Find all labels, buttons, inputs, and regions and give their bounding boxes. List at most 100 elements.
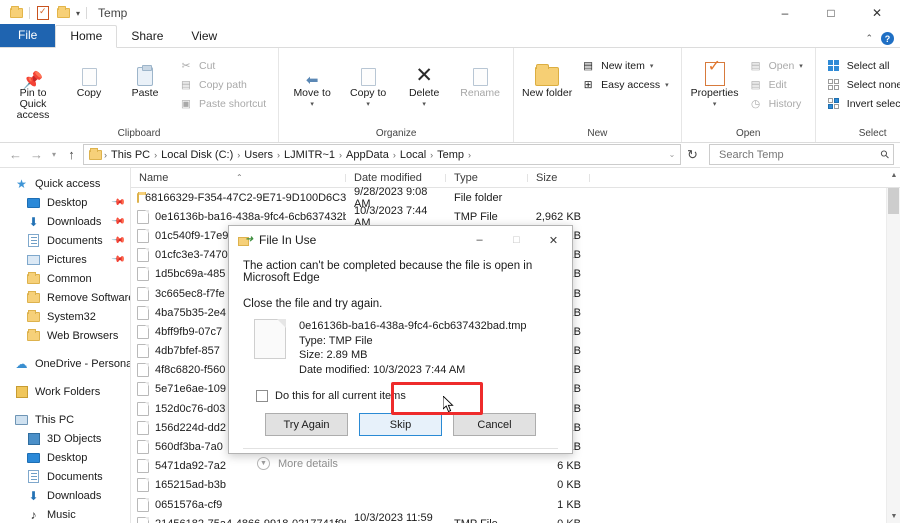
size-cell: 1 KB <box>557 498 581 511</box>
invert-selection-button[interactable]: Invert selection <box>824 95 900 112</box>
collapse-ribbon-icon[interactable]: ⌃ <box>865 33 873 44</box>
delete-button[interactable]: ✕ Delete ▾ <box>397 54 451 112</box>
breadcrumb-sep-7[interactable]: › <box>467 150 472 160</box>
table-row[interactable]: 0651576a-cf9 1 KB <box>131 495 886 514</box>
tab-file[interactable]: File <box>0 24 56 47</box>
delete-chevron-icon[interactable]: ▾ <box>422 99 426 110</box>
more-details-toggle[interactable]: ▼ More details <box>243 449 558 470</box>
pin-to-quick-access-button[interactable]: 📌 Pin to Quick access <box>6 54 60 123</box>
do-this-for-all-checkbox[interactable] <box>256 390 268 402</box>
paste-button[interactable]: Paste <box>118 54 172 101</box>
qat-customize-chevron-icon[interactable]: ▾ <box>73 9 83 18</box>
column-header-type[interactable]: Type <box>446 172 528 184</box>
easy-access-button[interactable]: ⊞ Easy access ▾ <box>578 76 672 93</box>
copy-path-button[interactable]: ▤ Copy path <box>176 76 270 93</box>
sidebar-item-pc-downloads[interactable]: ⬇ Downloads <box>0 486 130 505</box>
edit-button[interactable]: ▤ Edit <box>746 76 807 93</box>
open-chevron-icon[interactable]: ▾ <box>799 62 803 70</box>
open-button[interactable]: ▤ Open ▾ <box>746 57 807 74</box>
sidebar-item-web-browsers[interactable]: Web Browsers <box>0 326 130 345</box>
documents-icon <box>26 233 41 248</box>
column-header-date[interactable]: Date modified <box>346 172 446 184</box>
sidebar-item-desktop[interactable]: Desktop 📌 <box>0 193 130 212</box>
select-all-label: Select all <box>846 59 890 72</box>
tab-share[interactable]: Share <box>117 26 177 47</box>
properties-button[interactable]: Properties ▾ <box>688 54 742 112</box>
address-dropdown-icon[interactable]: ⌄ <box>666 145 678 164</box>
sidebar-item-remove-software[interactable]: Remove Software Li <box>0 288 130 307</box>
sidebar-item-pictures[interactable]: Pictures 📌 <box>0 250 130 269</box>
table-row[interactable]: 21456182-75a4-4866-9918-0217741f9956.t..… <box>131 512 886 523</box>
search-input[interactable] <box>717 147 881 162</box>
scroll-down-icon[interactable]: ▼ <box>887 509 900 523</box>
address-bar[interactable]: › This PC › Local Disk (C:) › Users › LJ… <box>83 144 681 165</box>
copy-to-button[interactable]: Copy to ▾ <box>341 54 395 112</box>
sidebar-item-downloads[interactable]: ⬇ Downloads 📌 <box>0 212 130 231</box>
breadcrumb-local[interactable]: Local <box>397 149 429 161</box>
breadcrumb-user[interactable]: LJMITR~1 <box>281 149 338 161</box>
move-to-chevron-icon[interactable]: ▾ <box>310 99 314 110</box>
do-this-for-all-checkbox-row[interactable]: Do this for all current items <box>243 377 558 402</box>
sidebar-item-work-folders[interactable]: Work Folders <box>0 382 130 401</box>
table-row[interactable]: 0e16136b-ba16-438a-9fc4-6cb637432bad...1… <box>131 205 886 229</box>
qat-divider <box>29 7 30 19</box>
maximize-button[interactable]: □ <box>808 0 854 26</box>
select-none-button[interactable]: Select none <box>824 76 900 93</box>
folder-icon <box>26 328 41 343</box>
dialog-close-button[interactable]: ✕ <box>535 226 572 254</box>
cancel-button[interactable]: Cancel <box>453 413 536 436</box>
scroll-up-icon[interactable]: ▲ <box>887 168 900 182</box>
scrollbar-thumb[interactable] <box>888 188 899 214</box>
skip-button[interactable]: Skip <box>359 413 442 436</box>
sidebar-item-quick-access[interactable]: ★ Quick access <box>0 174 130 193</box>
close-button[interactable]: ✕ <box>854 0 900 26</box>
tab-home[interactable]: Home <box>55 25 118 48</box>
breadcrumb-temp[interactable]: Temp <box>434 149 467 161</box>
table-row[interactable]: 165215ad-b3b 0 KB <box>131 476 886 495</box>
sidebar-item-music[interactable]: ♪ Music <box>0 505 130 523</box>
tab-view[interactable]: View <box>177 26 231 47</box>
help-icon[interactable]: ? <box>881 32 894 45</box>
breadcrumb-local-disk[interactable]: Local Disk (C:) <box>158 149 236 161</box>
ribbon-group-clipboard: 📌 Pin to Quick access Copy Paste ✂ Cut ▤… <box>0 48 280 142</box>
dialog-minimize-button[interactable]: – <box>461 226 498 254</box>
qat-new-folder-icon[interactable] <box>53 3 73 23</box>
sidebar-item-pc-desktop[interactable]: Desktop <box>0 448 130 467</box>
qat-properties-icon[interactable] <box>33 3 53 23</box>
breadcrumb-appdata[interactable]: AppData <box>343 149 392 161</box>
column-header-size[interactable]: Size <box>528 172 590 184</box>
new-item-button[interactable]: ▤ New item ▾ <box>578 57 672 74</box>
sidebar-item-onedrive[interactable]: ☁ OneDrive - Personal <box>0 354 131 373</box>
new-folder-button[interactable]: New folder <box>520 54 574 101</box>
vertical-scrollbar[interactable]: ▲ ▼ <box>886 172 900 523</box>
recent-locations-icon[interactable]: ▾ <box>48 145 60 164</box>
sidebar-item-pc-documents[interactable]: Documents <box>0 467 130 486</box>
breadcrumb-users[interactable]: Users <box>241 149 276 161</box>
copy-button[interactable]: Copy <box>62 54 116 101</box>
table-row[interactable]: 68166329-F354-47C2-9E71-9D100D6C3904 9/28… <box>131 186 886 210</box>
column-header-name[interactable]: Name ⌃ <box>131 172 346 184</box>
refresh-button[interactable]: ↻ <box>683 145 702 164</box>
sidebar-item-3d-objects[interactable]: 3D Objects <box>0 429 130 448</box>
new-item-chevron-icon[interactable]: ▾ <box>650 62 654 70</box>
move-to-button[interactable]: ⬅ Move to ▾ <box>285 54 339 112</box>
properties-chevron-icon[interactable]: ▾ <box>713 99 717 110</box>
sidebar-item-this-pc[interactable]: This PC <box>0 410 130 429</box>
back-button[interactable]: ← <box>6 145 25 164</box>
easy-access-chevron-icon[interactable]: ▾ <box>665 81 669 89</box>
up-button[interactable]: ↑ <box>62 145 81 164</box>
forward-button[interactable]: → <box>27 145 46 164</box>
rename-button[interactable]: Rename <box>453 54 507 101</box>
breadcrumb-this-pc[interactable]: This PC <box>108 149 153 161</box>
minimize-button[interactable]: – <box>762 0 808 26</box>
history-button[interactable]: ◷ History <box>746 95 807 112</box>
try-again-button[interactable]: Try Again <box>265 413 348 436</box>
sidebar-item-documents[interactable]: Documents 📌 <box>0 231 130 250</box>
sidebar-item-system32[interactable]: System32 <box>0 307 130 326</box>
paste-shortcut-button[interactable]: ▣ Paste shortcut <box>176 95 270 112</box>
copy-to-chevron-icon[interactable]: ▾ <box>366 99 370 110</box>
cut-button[interactable]: ✂ Cut <box>176 57 270 74</box>
sidebar-item-common[interactable]: Common <box>0 269 130 288</box>
select-all-button[interactable]: Select all <box>824 57 900 74</box>
search-box[interactable]: ⚲ <box>709 144 894 165</box>
